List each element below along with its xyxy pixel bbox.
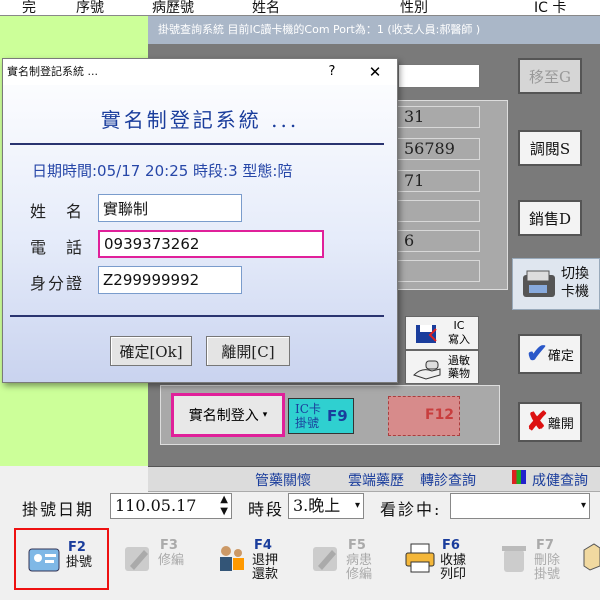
visit-info: 日期時間:05/17 20:25 時段:3 型態:陪	[32, 162, 293, 180]
toolbar-refund-button[interactable]: F4 退押 還款	[202, 528, 297, 590]
box-icon	[583, 543, 600, 571]
info-field-4	[395, 200, 480, 222]
toolbar-key: F4	[254, 538, 272, 553]
col-header-name: 姓名	[252, 0, 280, 16]
allergy-label: 過敏 藥物	[448, 354, 470, 380]
visiting-select[interactable]: ▾	[450, 493, 590, 519]
dropdown-arrow-icon: ▾	[262, 410, 268, 420]
pencil-icon	[125, 547, 149, 571]
ic-write-title: IC	[453, 319, 465, 332]
trash-icon	[502, 546, 526, 572]
ic-register-line2: 掛號	[295, 416, 320, 430]
period-select[interactable]: 3.晚上 ▾	[288, 493, 364, 519]
f12-label: F12	[425, 407, 455, 423]
period-value: 3.晚上	[293, 496, 341, 515]
allergy-button[interactable]: 過敏 藥物	[405, 350, 479, 384]
hand-pill-icon	[413, 360, 441, 380]
dropdown-arrow-icon: ▾	[580, 500, 586, 511]
toolbar-delete-button[interactable]: F7 刪除 掛號	[484, 528, 579, 590]
dropdown-arrow-icon: ▾	[354, 500, 360, 511]
toolbar-label: 病患 修編	[346, 553, 373, 582]
spin-icon[interactable]: ▲ ▼	[220, 494, 228, 518]
browse-button[interactable]: 調閱S	[518, 130, 582, 166]
col-header-done: 完	[22, 0, 36, 16]
toolbar-label: 修編	[158, 553, 185, 568]
pencil-icon	[313, 547, 337, 571]
info-field-6	[395, 260, 480, 282]
switch-reader-label: 切換 卡機	[561, 266, 589, 300]
card-reader-icon	[523, 270, 555, 297]
realname-login-button[interactable]: 實名制登入 ▾	[171, 393, 285, 437]
chart-icon	[512, 470, 526, 484]
help-icon[interactable]: ?	[322, 59, 342, 85]
ic-register-line1: IC卡	[295, 402, 321, 416]
toolbar-label: 退押 還款	[252, 553, 279, 582]
toolbar-label: 掛號	[66, 555, 93, 570]
check-icon: ✔	[526, 339, 548, 369]
ic-register-button[interactable]: IC卡 掛號 F9	[288, 398, 354, 434]
toolbar-patient-edit-button[interactable]: F5 病患 修編	[296, 528, 391, 590]
leave-dialog-button[interactable]: 離開[C]	[206, 336, 290, 366]
col-header-sex: 性別	[400, 0, 428, 16]
divider	[10, 315, 384, 317]
id-card-icon	[28, 548, 60, 572]
ic-write-button[interactable]: IC 寫入	[405, 316, 479, 350]
col-header-ic: IC 卡	[534, 0, 567, 16]
date-value: 110.05.17	[115, 496, 197, 515]
dialog-heading: 實名制登記系統 ...	[100, 108, 300, 132]
divider	[10, 143, 384, 145]
f12-button[interactable]: F12	[388, 396, 460, 436]
toolbar-edit-button[interactable]: F3 修編	[108, 528, 203, 590]
toolbar-key: F7	[536, 538, 554, 553]
date-label: 掛號日期	[22, 500, 95, 519]
printer-icon	[405, 543, 435, 573]
period-label: 時段	[248, 500, 285, 519]
col-header-seq: 序號	[76, 0, 104, 16]
toolbar-key: F3	[160, 538, 178, 553]
id-field[interactable]	[98, 266, 242, 294]
tab-referral[interactable]: 轉診查詢	[420, 470, 476, 490]
toolbar-key: F2	[68, 540, 86, 555]
toolbar-receipt-button[interactable]: F6 收據 列印	[390, 528, 485, 590]
leave-label: 離開	[547, 416, 574, 432]
close-icon[interactable]: ✕	[364, 59, 386, 85]
info-field-1: 31	[395, 106, 480, 128]
ok-button[interactable]: 確定[Ok]	[110, 336, 192, 366]
move-to-button[interactable]: 移至G	[518, 58, 582, 94]
toolbar-key: F6	[442, 538, 460, 553]
leave-button[interactable]: ✘ 離開	[518, 402, 582, 442]
floppy-icon	[416, 325, 437, 343]
visiting-label: 看診中:	[380, 500, 442, 519]
realname-login-label: 實名制登入	[188, 408, 259, 424]
search-input[interactable]	[398, 64, 480, 88]
people-icon	[220, 546, 244, 571]
ic-register-key: F9	[327, 407, 348, 425]
toolbar-register-button[interactable]: F2 掛號	[14, 528, 109, 590]
x-icon: ✘	[526, 407, 548, 437]
col-header-chart: 病歷號	[152, 0, 194, 16]
ic-write-sub: 寫入	[448, 333, 470, 346]
info-field-2: 56789	[395, 138, 480, 160]
cancel-sale-button[interactable]: 銷售D	[518, 200, 582, 236]
table-header: 完 序號 病歷號 姓名 性別 IC 卡	[0, 0, 600, 16]
confirm-label: 確定	[547, 348, 574, 364]
toolbar-label: 收據 列印	[440, 553, 467, 582]
phone-field[interactable]	[98, 230, 324, 258]
registration-window-title: 掛號查詢系統 目前IC讀卡機的Com Port為：1 (收支人員:郝醫師 )	[148, 16, 600, 44]
confirm-button[interactable]: ✔ 確定	[518, 334, 582, 374]
toolbar-label: 刪除 掛號	[534, 553, 561, 582]
info-field-3: 71	[395, 170, 480, 192]
name-label: 姓 名	[30, 202, 85, 221]
date-input[interactable]: 110.05.17 ▲ ▼	[110, 493, 232, 519]
switch-reader-button[interactable]: 切換 卡機	[512, 258, 600, 310]
info-field-5: 6	[395, 230, 480, 252]
name-field[interactable]	[98, 194, 242, 222]
id-label: 身分證	[30, 274, 85, 293]
toolbar-key: F5	[348, 538, 366, 553]
tab-health-check[interactable]: 成健查詢	[532, 470, 588, 490]
tab-drug-care[interactable]: 管藥關懷	[255, 470, 311, 490]
phone-label: 電 話	[30, 238, 85, 257]
tab-cloud-meds[interactable]: 雲端藥歷	[348, 470, 404, 490]
